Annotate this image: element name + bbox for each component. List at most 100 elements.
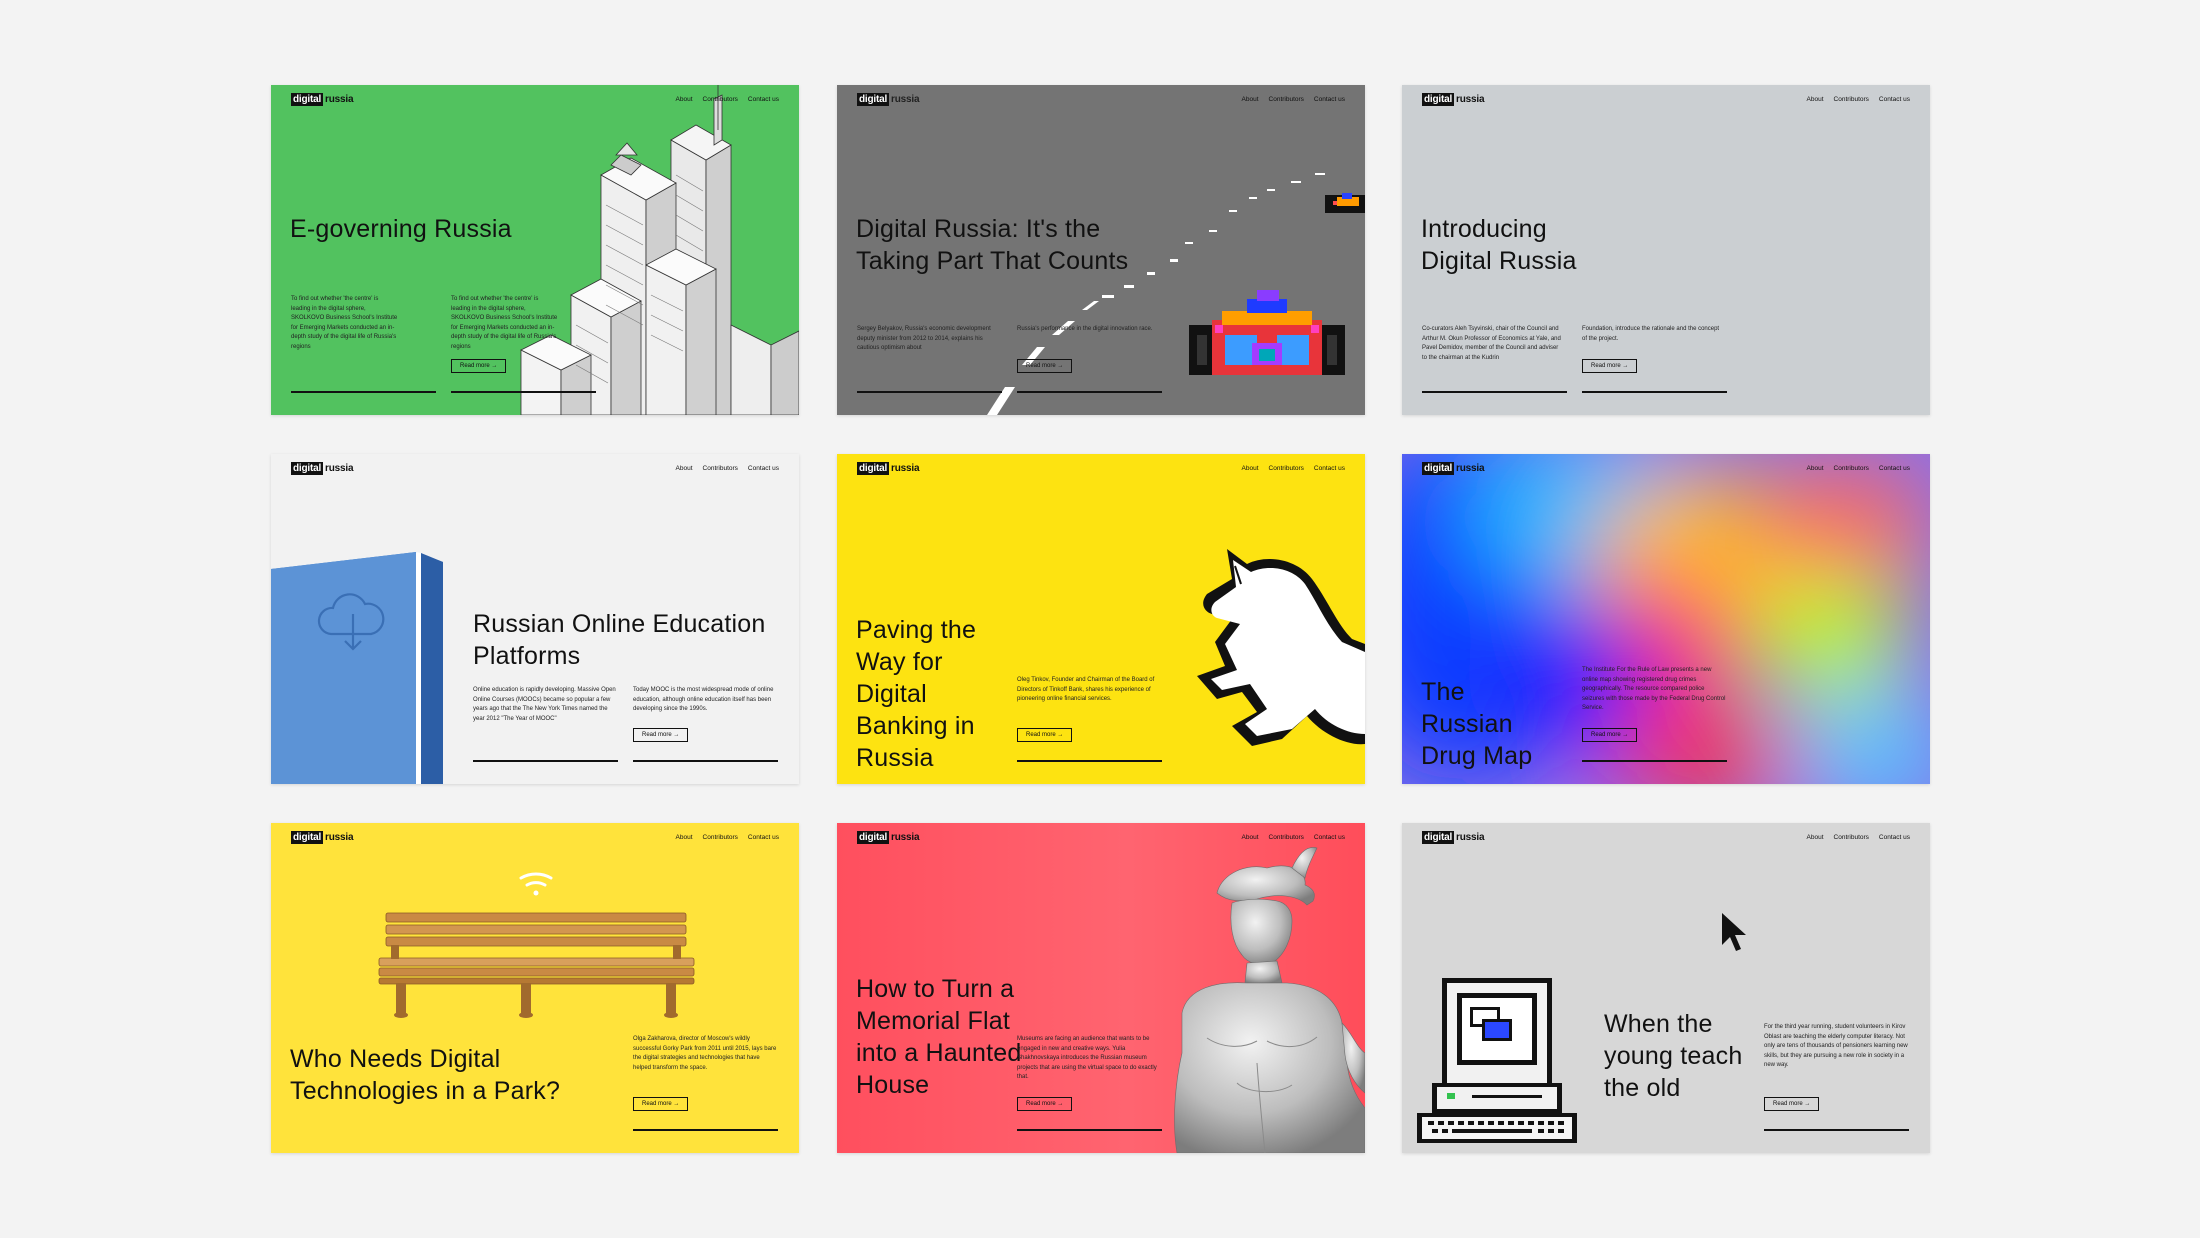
logo[interactable]: digital russia: [857, 462, 921, 475]
nav-about[interactable]: About: [1242, 465, 1259, 472]
logo-russia: russia: [1456, 832, 1485, 843]
nav-contact[interactable]: Contact us: [748, 96, 779, 103]
nav-contributors[interactable]: Contributors: [1834, 96, 1869, 103]
nav-contact[interactable]: Contact us: [1879, 96, 1910, 103]
logo-russia: russia: [1456, 94, 1485, 105]
logo[interactable]: digital russia: [291, 831, 355, 844]
read-more-button[interactable]: Read more →: [1017, 1097, 1073, 1111]
logo[interactable]: digital russia: [291, 462, 355, 475]
cursor-arrow-icon: [1722, 913, 1746, 951]
logo[interactable]: digital russia: [1422, 93, 1486, 106]
logo[interactable]: digital russia: [1422, 462, 1486, 475]
divider: [1422, 391, 1567, 393]
divider: [1017, 1129, 1162, 1131]
pixel-computer-icon: [1417, 978, 1577, 1143]
nav-contributors[interactable]: Contributors: [1834, 465, 1869, 472]
divider: [451, 391, 596, 393]
nav: About Contributors Contact us: [676, 465, 779, 472]
read-more-button[interactable]: Read more →: [451, 359, 507, 373]
logo-russia: russia: [891, 832, 920, 843]
divider: [633, 1129, 778, 1131]
divider: [1017, 760, 1162, 762]
nav-about[interactable]: About: [1807, 834, 1824, 841]
card-young-teach-old[interactable]: digital russia About Contributors Contact…: [1402, 823, 1930, 1153]
nav-contact[interactable]: Contact us: [1314, 834, 1345, 841]
nav: About Contributors Contact us: [1242, 96, 1345, 103]
read-more-button[interactable]: Read more →: [1017, 728, 1073, 742]
logo-digital: digital: [291, 462, 324, 475]
page-title: Who Needs Digital Technologies in a Park…: [290, 1045, 561, 1105]
read-more-button[interactable]: Read more →: [1582, 728, 1638, 742]
nav: About Contributors Contact us: [1807, 834, 1910, 841]
intro-text-2: To find out whether 'the centre' is lead…: [451, 296, 558, 350]
card-taking-part[interactable]: digital russia About Contributors Contact…: [837, 85, 1365, 415]
read-more-button[interactable]: Read more →: [1017, 359, 1073, 373]
nav-contributors[interactable]: Contributors: [1269, 96, 1304, 103]
nav-contributors[interactable]: Contributors: [1269, 465, 1304, 472]
page-title: The Russian Drug Map: [1421, 678, 1533, 770]
logo-russia: russia: [325, 832, 354, 843]
nav-contributors[interactable]: Contributors: [703, 834, 738, 841]
page-title: Paving the Way for Digital Banking in Ru…: [856, 616, 977, 772]
page-title: How to Turn a Memorial Flat into a Haunt…: [856, 975, 1022, 1099]
nav-contact[interactable]: Contact us: [748, 465, 779, 472]
intro-text-2: Today MOOC is the most widespread mode o…: [633, 687, 774, 713]
divider: [291, 391, 436, 393]
page-title: When the young teach the old: [1604, 1010, 1743, 1102]
nav-about[interactable]: About: [1242, 834, 1259, 841]
card-haunted-house[interactable]: digital russia About Contributors Contact…: [837, 823, 1365, 1153]
nav-about[interactable]: About: [676, 834, 693, 841]
nav-contributors[interactable]: Contributors: [703, 465, 738, 472]
nav-about[interactable]: About: [1807, 465, 1824, 472]
card-digital-banking[interactable]: digital russia About Contributors Contact…: [837, 454, 1365, 784]
card-introducing[interactable]: digital russia About Contributors Contact…: [1402, 85, 1930, 415]
nav: About Contributors Contact us: [1242, 834, 1345, 841]
page-title: Russian Online Education Platforms: [473, 610, 766, 670]
nav-about[interactable]: About: [1807, 96, 1824, 103]
card-online-education[interactable]: digital russia About Contributors Contact…: [271, 454, 799, 784]
nav-contact[interactable]: Contact us: [1879, 465, 1910, 472]
nav-about[interactable]: About: [1242, 96, 1259, 103]
page-title: Digital Russia: It's the Taking Part Tha…: [856, 215, 1129, 275]
card-park[interactable]: digital russia About Contributors Contact…: [271, 823, 799, 1153]
divider: [1017, 391, 1162, 393]
nav-about[interactable]: About: [676, 96, 693, 103]
card-drug-map[interactable]: digital russia About Contributors Contact…: [1402, 454, 1930, 784]
read-more-button[interactable]: Read more →: [1764, 1097, 1820, 1111]
logo-digital: digital: [857, 462, 890, 475]
intro-text-2: Foundation, introduce the rationale and …: [1582, 326, 1720, 342]
logo[interactable]: digital russia: [857, 93, 921, 106]
divider: [473, 760, 618, 762]
nav-about[interactable]: About: [676, 465, 693, 472]
nav-contact[interactable]: Contact us: [748, 834, 779, 841]
logo[interactable]: digital russia: [857, 831, 921, 844]
read-more-button[interactable]: Read more →: [633, 728, 689, 742]
nav-contact[interactable]: Contact us: [1879, 834, 1910, 841]
logo-russia: russia: [891, 94, 920, 105]
logo-digital: digital: [857, 831, 890, 844]
intro-text: Co-curators Aleh Tsyvinski, chair of the…: [1422, 326, 1561, 361]
nav-contributors[interactable]: Contributors: [703, 96, 738, 103]
logo-digital: digital: [1422, 462, 1455, 475]
read-more-button[interactable]: Read more →: [633, 1097, 689, 1111]
intro-text: Museums are facing an audience that want…: [1017, 1036, 1157, 1081]
card-e-governing-russia[interactable]: digital russia About Contributors Contact…: [271, 85, 799, 415]
nav-contributors[interactable]: Contributors: [1269, 834, 1304, 841]
nav-contact[interactable]: Contact us: [1314, 465, 1345, 472]
read-more-button[interactable]: Read more →: [1582, 359, 1638, 373]
intro-text: Olga Zakharova, director of Moscow's wil…: [633, 1036, 777, 1071]
intro-text: Sergey Belyakov, Russia's economic devel…: [857, 326, 991, 352]
nav: About Contributors Contact us: [1807, 96, 1910, 103]
nav-contributors[interactable]: Contributors: [1834, 834, 1869, 841]
small-race-car-icon: [1325, 193, 1365, 213]
logo[interactable]: digital russia: [1422, 831, 1486, 844]
intro-text: To find out whether 'the centre' is lead…: [291, 296, 398, 350]
nav: About Contributors Contact us: [1242, 465, 1345, 472]
intro-text: For the third year running, student volu…: [1764, 1024, 1908, 1069]
nav: About Contributors Contact us: [676, 834, 779, 841]
logo[interactable]: digital russia: [291, 93, 355, 106]
divider: [1764, 1129, 1909, 1131]
logo-russia: russia: [325, 94, 354, 105]
intro-text: Oleg Tinkov, Founder and Chairman of the…: [1017, 677, 1155, 703]
nav-contact[interactable]: Contact us: [1314, 96, 1345, 103]
